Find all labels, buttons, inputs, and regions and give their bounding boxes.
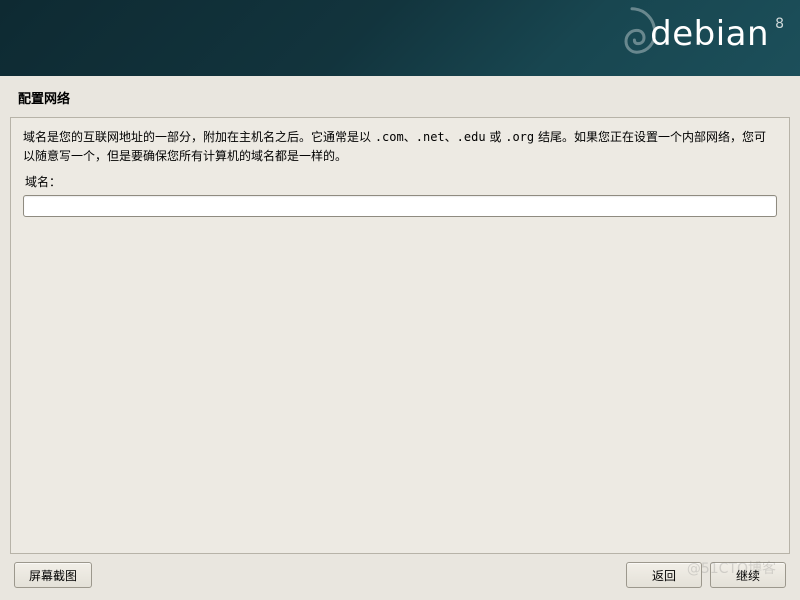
sep1: 、	[404, 130, 416, 144]
continue-button[interactable]: 继续	[710, 562, 786, 588]
brand: debian 8	[650, 14, 784, 54]
button-row: 屏幕截图 返回 继续	[0, 562, 800, 598]
domain-field-label: 域名：	[25, 172, 777, 191]
brand-wordmark: debian	[650, 14, 769, 54]
installer-header: debian 8	[0, 0, 800, 76]
sep3: 或	[486, 130, 506, 144]
back-button[interactable]: 返回	[626, 562, 702, 588]
ext-com: .com	[375, 130, 404, 144]
sep2: 、	[445, 130, 457, 144]
ext-net: .net	[416, 130, 445, 144]
main-panel: 域名是您的互联网地址的一部分，附加在主机名之后。它通常是以 .com、.net、…	[10, 117, 790, 554]
ext-org: .org	[505, 130, 534, 144]
domain-input[interactable]	[23, 195, 777, 217]
description-text: 域名是您的互联网地址的一部分，附加在主机名之后。它通常是以 .com、.net、…	[23, 128, 777, 166]
screenshot-button[interactable]: 屏幕截图	[14, 562, 92, 588]
ext-edu: .edu	[457, 130, 486, 144]
brand-version: 8	[775, 16, 784, 32]
page-title: 配置网络	[0, 76, 800, 113]
desc-prefix: 域名是您的互联网地址的一部分，附加在主机名之后。它通常是以	[23, 130, 375, 144]
